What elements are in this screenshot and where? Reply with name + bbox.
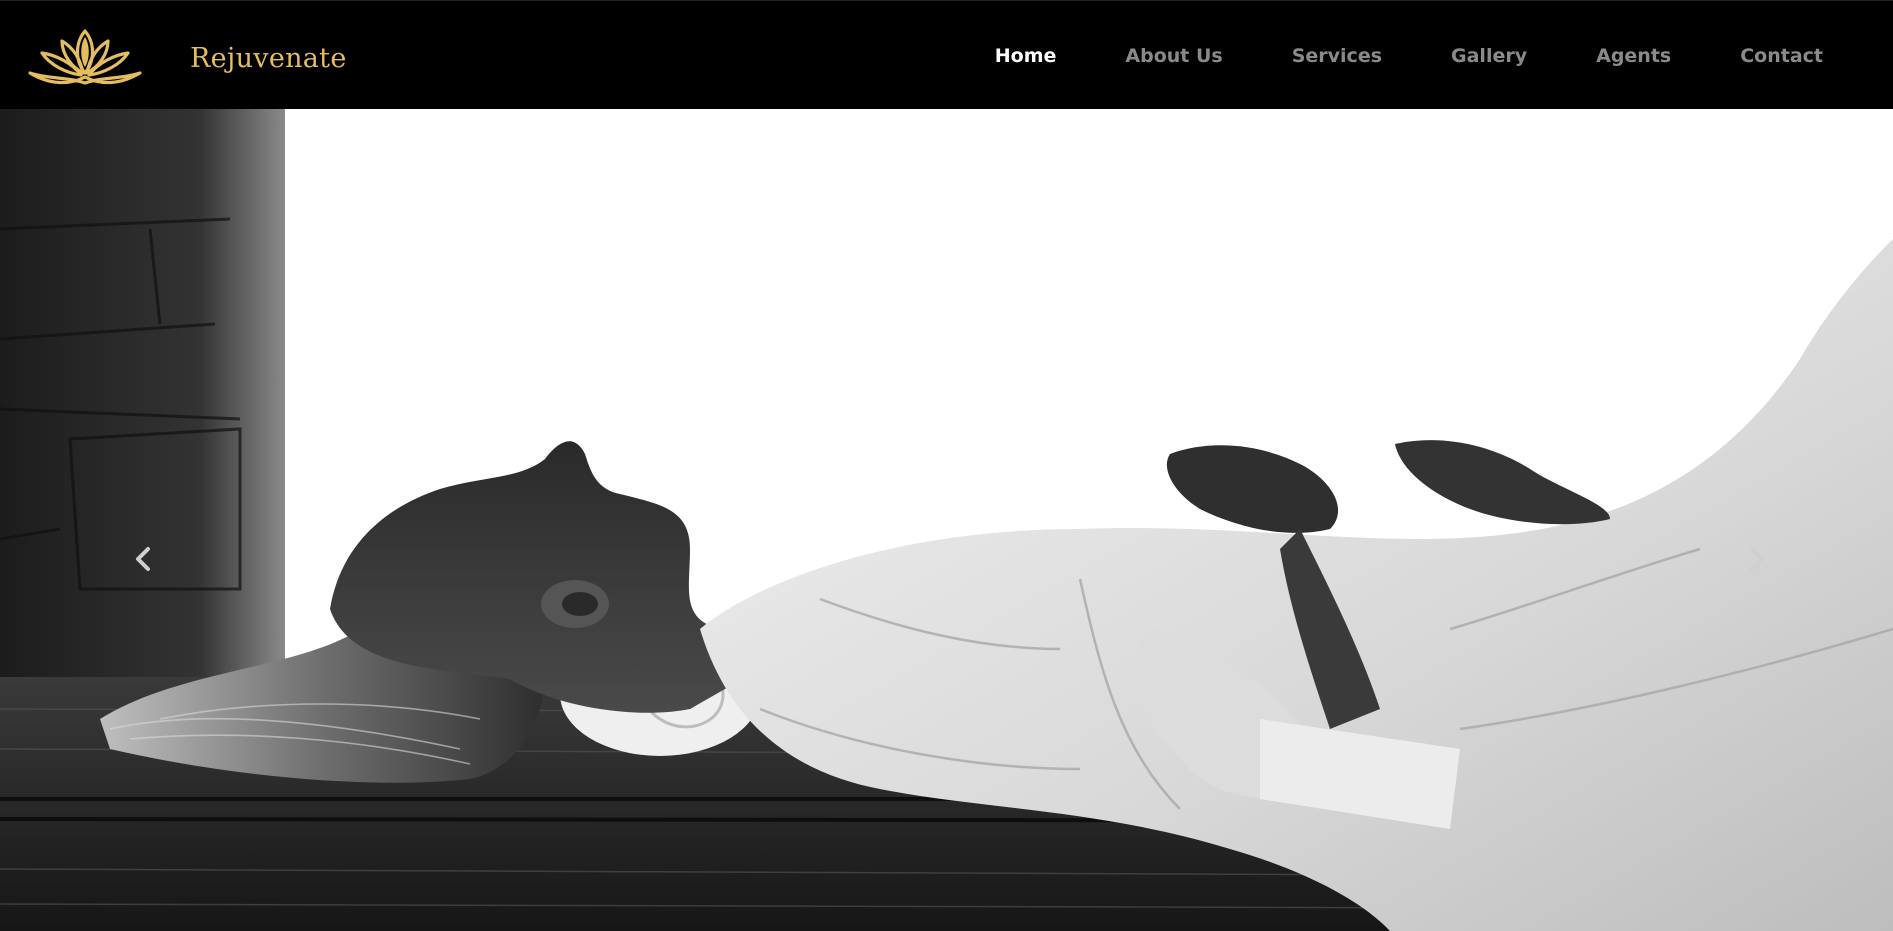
chevron-left-icon xyxy=(136,547,150,571)
nav-item-services: Services xyxy=(1292,45,1382,67)
lotus-icon xyxy=(28,29,142,85)
brand-name: Rejuvenate xyxy=(190,42,347,74)
brand[interactable]: Rejuvenate xyxy=(26,27,347,89)
nav-item-home: Home xyxy=(995,45,1057,67)
chevron-right-icon xyxy=(1750,547,1764,571)
nav-link-about-us[interactable]: About Us xyxy=(1125,45,1222,67)
nav-link-gallery[interactable]: Gallery xyxy=(1451,45,1527,67)
nav-item-agents: Agents xyxy=(1596,45,1671,67)
nav-link-contact[interactable]: Contact xyxy=(1740,45,1823,67)
nav-item-about-us: About Us xyxy=(1125,45,1222,67)
hero-carousel xyxy=(0,109,1893,931)
nav-link-agents[interactable]: Agents xyxy=(1596,45,1671,67)
nav-link-home[interactable]: Home xyxy=(995,45,1057,67)
carousel-prev-button[interactable] xyxy=(123,539,163,579)
carousel-next-button[interactable] xyxy=(1737,539,1777,579)
nav-link-services[interactable]: Services xyxy=(1292,45,1382,67)
hero-slide-image xyxy=(0,109,1893,931)
top-navbar: Rejuvenate Home About Us Services Galler… xyxy=(0,0,1893,109)
nav-item-contact: Contact xyxy=(1740,45,1823,67)
main-nav: Home About Us Services Gallery Agents Co… xyxy=(926,1,1823,110)
nav-item-gallery: Gallery xyxy=(1451,45,1527,67)
